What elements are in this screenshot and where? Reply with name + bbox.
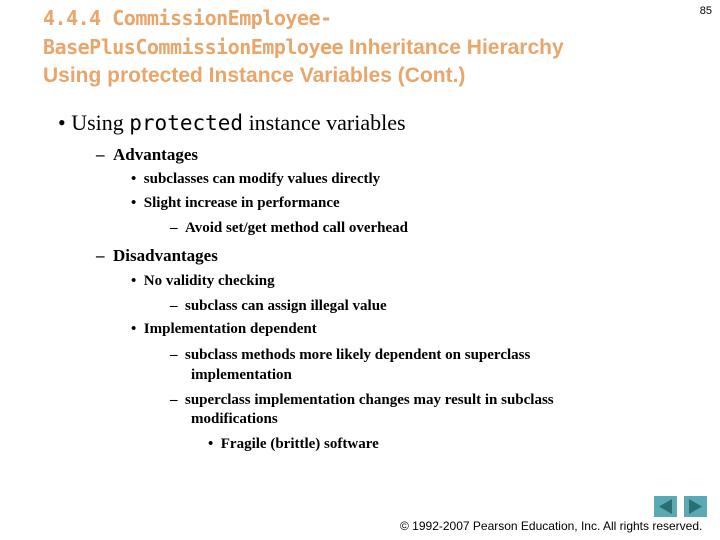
list-item-text: subclass methods more likely dependent o… (185, 347, 531, 363)
bullet-icon: • (131, 273, 137, 289)
list-item: – subclass can assign illegal value (170, 298, 387, 315)
list-item: • Slight increase in performance (131, 195, 340, 212)
list-item-text: Implementation dependent (143, 321, 317, 337)
list-item: – subclass methods more likely dependent… (170, 347, 530, 364)
copyright-notice: © 1992-2007 Pearson Education, Inc. All … (400, 519, 703, 533)
bullet-icon: • (208, 436, 214, 452)
dash-icon: – (96, 145, 105, 164)
next-slide-button[interactable] (684, 496, 707, 517)
list-item: • subclasses can modify values directly (131, 171, 380, 188)
dash-icon: – (170, 392, 178, 408)
dash-icon: – (170, 298, 178, 314)
list-item-text: Fragile (brittle) software (220, 436, 379, 452)
list-item: – Avoid set/get method call overhead (170, 220, 408, 237)
title-line-2-code: BasePlusCommissionEmployee (43, 35, 344, 59)
list-item-text: subclasses can modify values directly (143, 171, 381, 187)
list-item-text: superclass implementation changes may re… (185, 392, 554, 408)
list-item-continuation: modifications (191, 411, 278, 427)
page-number: 85 (699, 5, 712, 17)
list-item: • Fragile (brittle) software (208, 436, 379, 453)
title-line-3: Using protected Instance Variables (Cont… (43, 64, 466, 87)
slide-title: 4.4.4 CommissionEmployee- BasePlusCommis… (43, 4, 683, 90)
title-line-1: 4.4.4 CommissionEmployee- (43, 6, 332, 30)
bullet-icon: • (131, 171, 137, 187)
dash-icon: – (170, 347, 178, 363)
disadvantages-label: Disadvantages (113, 246, 218, 265)
list-item-text: No validity checking (143, 273, 275, 289)
list-item-text: subclass can assign illegal value (185, 298, 387, 314)
code-protected: protected (129, 111, 244, 135)
main-bullet-pre: Using (71, 110, 130, 135)
dash-icon: – (170, 220, 178, 236)
main-bullet: • Using protected instance variables (58, 110, 406, 136)
list-item-text: Slight increase in performance (143, 195, 340, 211)
previous-slide-button[interactable] (654, 496, 677, 517)
triangle-left-icon (659, 499, 672, 514)
bullet-icon: • (58, 110, 66, 135)
list-item: • No validity checking (131, 273, 275, 290)
bullet-icon: • (131, 321, 137, 337)
list-item-continuation: implementation (191, 367, 292, 383)
advantages-label: Advantages (113, 145, 199, 164)
title-line-2-text: Inheritance Hierarchy (343, 36, 564, 59)
list-item-text: Avoid set/get method call overhead (185, 220, 409, 236)
list-item: – superclass implementation changes may … (170, 392, 554, 409)
bullet-icon: • (131, 195, 137, 211)
list-item: • Implementation dependent (131, 321, 317, 338)
triangle-right-icon (689, 499, 702, 514)
advantages-heading: – Advantages (96, 145, 198, 165)
dash-icon: – (96, 246, 105, 265)
main-bullet-post: instance variables (243, 110, 406, 135)
disadvantages-heading: – Disadvantages (96, 246, 218, 266)
